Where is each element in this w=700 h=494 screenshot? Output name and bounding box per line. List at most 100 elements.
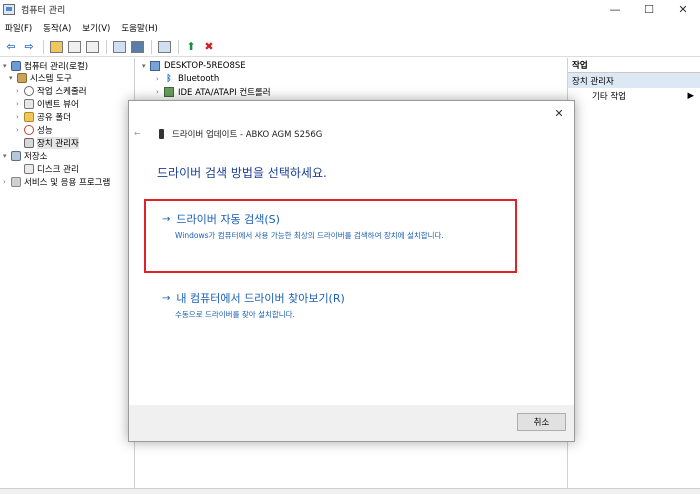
tree-item-storage[interactable]: ▾ 저장소 xyxy=(3,150,47,162)
actions-pane: 작업 장치 관리자 기타 작업 ▶ xyxy=(567,58,700,494)
tools-icon xyxy=(17,73,27,83)
forward-arrow-icon[interactable]: ⇨ xyxy=(21,39,37,55)
browse-computer-title[interactable]: 내 컴퓨터에서 드라이버 찾아보기(R) xyxy=(176,290,344,306)
expand-toggle-icon[interactable]: › xyxy=(156,88,164,96)
close-button[interactable]: ✕ xyxy=(666,0,700,19)
expand-toggle-icon[interactable]: › xyxy=(16,113,24,121)
device-root[interactable]: ▾ DESKTOP-5REO8SE xyxy=(142,60,246,72)
menu-file[interactable]: 파일(F) xyxy=(0,22,38,34)
close-icon[interactable]: ✕ xyxy=(552,106,566,120)
device-category-label: Bluetooth xyxy=(178,74,220,84)
expand-toggle-icon[interactable]: ▾ xyxy=(9,74,17,82)
back-arrow-icon[interactable]: ← xyxy=(134,129,141,138)
dialog-header: 드라이버 업데이트 - ABKO AGM S256G xyxy=(159,128,322,140)
tree-item-label: 작업 스케줄러 xyxy=(37,87,87,97)
tree-item-label: 시스템 도구 xyxy=(30,74,72,84)
tree-item-label: 성능 xyxy=(37,126,53,136)
shared-folder-icon xyxy=(24,112,34,122)
toolbar-separator xyxy=(151,39,152,54)
dialog-title: 드라이버 검색 방법을 선택하세요. xyxy=(157,166,327,180)
device-manager-icon xyxy=(24,138,34,148)
menu-bar: 파일(F) 동작(A) 보기(V) 도움말(H) xyxy=(0,20,700,36)
tree-item-shared-folders[interactable]: › 공유 폴더 xyxy=(16,111,71,123)
export-list-icon[interactable] xyxy=(84,39,100,55)
help-icon[interactable] xyxy=(111,39,127,55)
expand-toggle-icon[interactable]: ▾ xyxy=(142,62,150,70)
toolbar-separator xyxy=(43,39,44,54)
tree-item-label: 디스크 관리 xyxy=(37,165,79,175)
storage-icon xyxy=(11,151,21,161)
back-arrow-icon[interactable]: ⇦ xyxy=(3,39,19,55)
expand-toggle-icon[interactable]: ▾ xyxy=(3,152,11,160)
navigation-tree: ▾ 컴퓨터 관리(로컬) ▾ 시스템 도구 › 작업 스케줄러 › 이벤트 뷰어… xyxy=(0,58,135,494)
menu-view[interactable]: 보기(V) xyxy=(77,22,116,34)
tree-item-label: 서비스 및 응용 프로그램 xyxy=(24,178,111,188)
tree-item-device-manager[interactable]: 장치 관리자 xyxy=(16,137,79,149)
submenu-arrow-icon: ▶ xyxy=(687,90,694,101)
device-root-label: DESKTOP-5REO8SE xyxy=(164,61,246,71)
device-category[interactable]: › ᛒ Bluetooth xyxy=(156,73,219,85)
expand-toggle-icon[interactable]: › xyxy=(16,87,24,95)
browse-computer-option[interactable]: → 내 컴퓨터에서 드라이버 찾아보기(R) 수동으로 드라이버를 찾아 설치합… xyxy=(162,290,505,321)
tree-item-performance[interactable]: › 성능 xyxy=(16,124,53,136)
performance-icon xyxy=(24,125,34,135)
actions-more-item[interactable]: 기타 작업 ▶ xyxy=(568,88,700,103)
update-driver-dialog: ✕ ← 드라이버 업데이트 - ABKO AGM S256G 드라이버 검색 방… xyxy=(128,100,575,442)
auto-search-description: Windows가 컴퓨터에서 사용 가능한 최상의 드라이버를 검색하여 장치에… xyxy=(175,231,444,240)
arrow-right-icon: → xyxy=(162,213,171,225)
dialog-header-text: 드라이버 업데이트 - ABKO AGM S256G xyxy=(172,130,323,140)
expand-toggle-icon[interactable]: › xyxy=(16,100,24,108)
tree-item-computer-management[interactable]: ▾ 컴퓨터 관리(로컬) xyxy=(3,60,88,72)
services-icon xyxy=(11,177,21,187)
browse-computer-description: 수동으로 드라이버를 찾아 설치합니다. xyxy=(175,310,295,319)
expand-toggle-icon[interactable]: › xyxy=(3,178,11,186)
uninstall-icon[interactable]: ✖ xyxy=(201,39,217,55)
tree-item-label: 저장소 xyxy=(24,152,48,162)
title-bar: 컴퓨터 관리 — ☐ ✕ xyxy=(0,0,700,19)
update-driver-icon[interactable]: ⬆ xyxy=(183,39,199,55)
tree-item-label: 공유 폴더 xyxy=(37,113,71,123)
ide-controller-icon xyxy=(164,87,174,97)
clock-icon xyxy=(24,86,34,96)
toolbar-separator xyxy=(106,39,107,54)
menu-action[interactable]: 동작(A) xyxy=(38,22,77,34)
maximize-button[interactable]: ☐ xyxy=(632,0,666,19)
auto-search-option[interactable]: → 드라이버 자동 검색(S) Windows가 컴퓨터에서 사용 가능한 최상… xyxy=(162,211,505,242)
tree-item-label: 이벤트 뷰어 xyxy=(37,100,79,110)
actions-section-device-manager[interactable]: 장치 관리자 xyxy=(568,73,700,88)
status-bar xyxy=(0,488,700,494)
cancel-button[interactable]: 취소 xyxy=(517,413,566,431)
monitor-icon[interactable] xyxy=(156,39,172,55)
tree-item-services-apps[interactable]: › 서비스 및 응용 프로그램 xyxy=(3,176,110,188)
device-icon xyxy=(159,129,164,139)
window-title: 컴퓨터 관리 xyxy=(21,6,66,16)
properties-icon[interactable] xyxy=(129,39,145,55)
dialog-footer: 취소 xyxy=(129,405,574,441)
minimize-button[interactable]: — xyxy=(598,0,632,19)
expand-toggle-icon[interactable]: › xyxy=(156,75,164,83)
device-category[interactable]: › IDE ATA/ATAPI 컨트롤러 xyxy=(156,86,271,98)
event-viewer-icon xyxy=(24,99,34,109)
tree-item-label: 컴퓨터 관리(로컬) xyxy=(24,62,89,72)
tree-item-event-viewer[interactable]: › 이벤트 뷰어 xyxy=(16,98,79,110)
tree-item-disk-management[interactable]: 디스크 관리 xyxy=(16,163,79,175)
tree-item-system-tools[interactable]: ▾ 시스템 도구 xyxy=(9,72,72,84)
actions-header: 작업 xyxy=(568,58,700,73)
toolbar: ⇦ ⇨ ⬆ ✖ xyxy=(0,37,700,57)
tree-item-task-scheduler[interactable]: › 작업 스케줄러 xyxy=(16,85,87,97)
expand-toggle-icon[interactable]: ▾ xyxy=(3,62,11,70)
up-folder-icon[interactable] xyxy=(48,39,64,55)
show-hide-tree-icon[interactable] xyxy=(66,39,82,55)
computer-icon xyxy=(11,61,21,71)
computer-icon xyxy=(150,61,160,71)
computer-management-icon xyxy=(3,4,15,15)
arrow-right-icon: → xyxy=(162,292,171,304)
toolbar-separator xyxy=(178,39,179,54)
disk-icon xyxy=(24,164,34,174)
expand-toggle-icon[interactable]: › xyxy=(16,126,24,134)
menu-help[interactable]: 도움말(H) xyxy=(116,22,163,34)
auto-search-title[interactable]: 드라이버 자동 검색(S) xyxy=(176,211,280,227)
bluetooth-icon: ᛒ xyxy=(166,74,172,84)
window-controls: — ☐ ✕ xyxy=(598,0,700,19)
tree-item-label: 장치 관리자 xyxy=(37,137,79,149)
